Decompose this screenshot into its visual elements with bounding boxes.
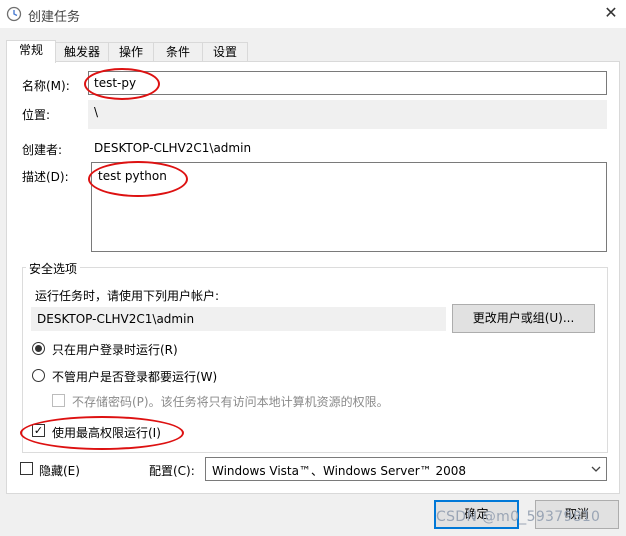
- radio-selected-dot: [35, 345, 42, 352]
- location-value: \: [94, 105, 99, 119]
- hidden-checkbox[interactable]: [20, 462, 33, 475]
- location-label: 位置:: [22, 108, 51, 122]
- account-field: DESKTOP-CLHV2C1\admin: [31, 307, 446, 331]
- tab-settings[interactable]: 设置: [202, 42, 248, 62]
- close-button[interactable]: ✕: [598, 2, 624, 26]
- tab-label: 条件: [165, 45, 190, 59]
- tab-conditions[interactable]: 条件: [153, 42, 203, 62]
- tab-label: 操作: [118, 45, 143, 59]
- tab-general[interactable]: 常规: [6, 40, 56, 63]
- clock-icon: [6, 6, 22, 22]
- configure-label: 配置(C):: [149, 464, 195, 478]
- chevron-down-icon: [591, 466, 601, 472]
- tab-triggers[interactable]: 触发器: [55, 42, 109, 62]
- radio-logged-on[interactable]: [32, 342, 45, 355]
- annotation-circle: [84, 68, 160, 100]
- author-value: DESKTOP-CLHV2C1\admin: [94, 141, 252, 155]
- annotation-circle: [20, 416, 184, 450]
- no-store-password-checkbox[interactable]: [52, 394, 65, 407]
- tab-actions[interactable]: 操作: [108, 42, 154, 62]
- description-label: 描述(D):: [22, 170, 69, 184]
- no-store-password-label: 不存储密码(P)。该任务将只有访问本地计算机资源的权限。: [72, 395, 389, 409]
- account-value: DESKTOP-CLHV2C1\admin: [37, 312, 195, 326]
- group-title: 安全选项: [26, 260, 81, 277]
- annotation-circle: [88, 161, 188, 197]
- author-label: 创建者:: [22, 143, 63, 157]
- account-prompt: 运行任务时，请使用下列用户帐户:: [35, 289, 220, 303]
- tab-bar: 常规 触发器 操作 条件 设置: [6, 40, 620, 63]
- radio-logged-on-label[interactable]: 只在用户登录时运行(R): [52, 341, 178, 358]
- location-field: \: [88, 100, 607, 129]
- change-user-button[interactable]: 更改用户或组(U)...: [452, 304, 595, 333]
- tab-label: 常规: [18, 43, 43, 57]
- window-title: 创建任务: [28, 10, 81, 25]
- name-label: 名称(M):: [22, 79, 70, 93]
- tab-label: 设置: [212, 45, 237, 59]
- watermark: CSDN @m0_59379810: [436, 509, 601, 525]
- hidden-label[interactable]: 隐藏(E): [39, 462, 80, 479]
- tab-label: 触发器: [63, 45, 100, 59]
- radio-whether-label[interactable]: 不管用户是否登录都要运行(W): [52, 368, 217, 385]
- close-icon: ✕: [604, 3, 618, 22]
- configure-select[interactable]: Windows Vista™、Windows Server™ 2008: [205, 457, 607, 481]
- configure-value: Windows Vista™、Windows Server™ 2008: [212, 464, 467, 478]
- radio-whether-logged-on[interactable]: [32, 369, 45, 382]
- name-input[interactable]: test-py: [88, 71, 607, 95]
- title-bar: [0, 0, 626, 28]
